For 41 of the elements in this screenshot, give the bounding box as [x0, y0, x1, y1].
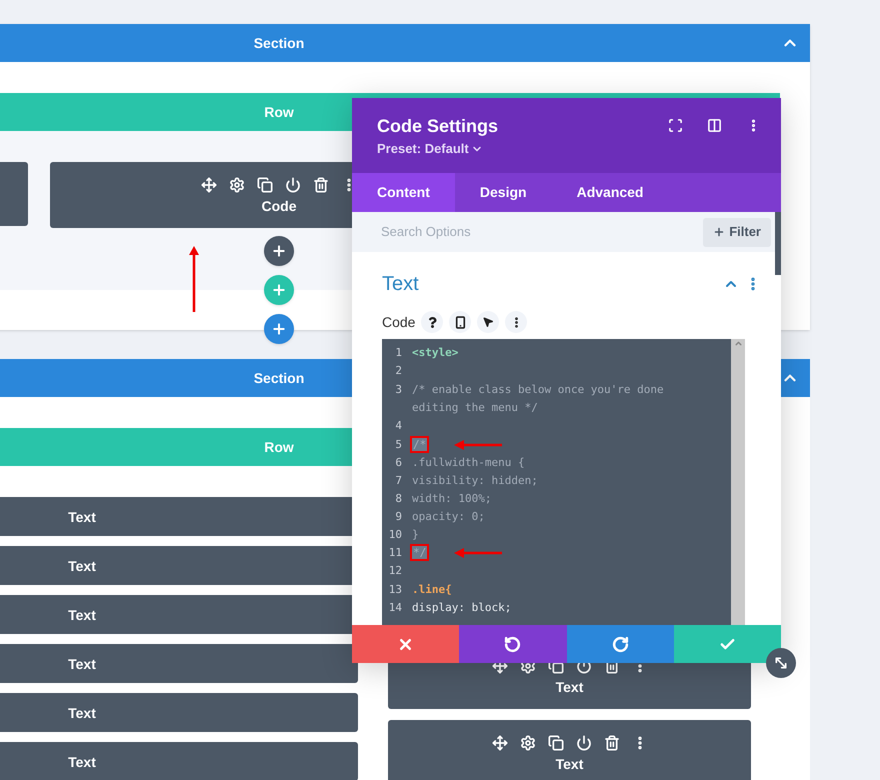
module-label: Text [68, 754, 96, 768]
group-title: Text [382, 272, 420, 296]
line-number: 4 [394, 418, 403, 434]
module-label: Text [68, 608, 96, 622]
module-label: Text [68, 656, 96, 670]
code-text: /* enable class below once you're done editing the menu */ [412, 382, 665, 416]
line-number: 14 [388, 600, 403, 616]
code-text: width: 100%; [412, 491, 492, 507]
code-text: */ [412, 545, 428, 561]
code-text: .line{ [412, 582, 453, 598]
section-title: Section [254, 368, 304, 388]
code-text: <style> [412, 345, 460, 361]
row-title: Row [264, 102, 294, 122]
line-number: 6 [394, 455, 403, 471]
line-number: 12 [388, 563, 403, 579]
module-label: Text [68, 558, 96, 572]
modal-title: Code Settings [377, 115, 498, 137]
module-label: Text [556, 680, 584, 694]
line-number: 1 [394, 345, 403, 361]
code-text: } [412, 527, 420, 543]
module-label: Text [68, 510, 96, 524]
code-text: display: block; [412, 600, 512, 616]
line-number: 9 [394, 509, 403, 525]
field-label: Code [382, 312, 416, 332]
line-number: 11 [388, 545, 403, 561]
module-label: Text [68, 706, 96, 720]
line-number: 5 [394, 437, 403, 453]
row-title: Row [264, 438, 294, 456]
code-text: opacity: 0; [412, 509, 486, 525]
line-number: 3 [394, 382, 403, 398]
line-number: 2 [394, 363, 403, 379]
module-label: Text [556, 757, 584, 771]
code-text: .fullwidth-menu { [412, 455, 526, 471]
section-title: Section [254, 34, 304, 52]
code-text: /* [412, 437, 428, 453]
line-number: 8 [394, 491, 403, 507]
module-label: Code [262, 199, 296, 213]
code-text: visibility: hidden; [412, 473, 539, 489]
line-number: 13 [388, 582, 403, 598]
line-number: 7 [394, 473, 403, 489]
line-number: 10 [388, 527, 403, 543]
